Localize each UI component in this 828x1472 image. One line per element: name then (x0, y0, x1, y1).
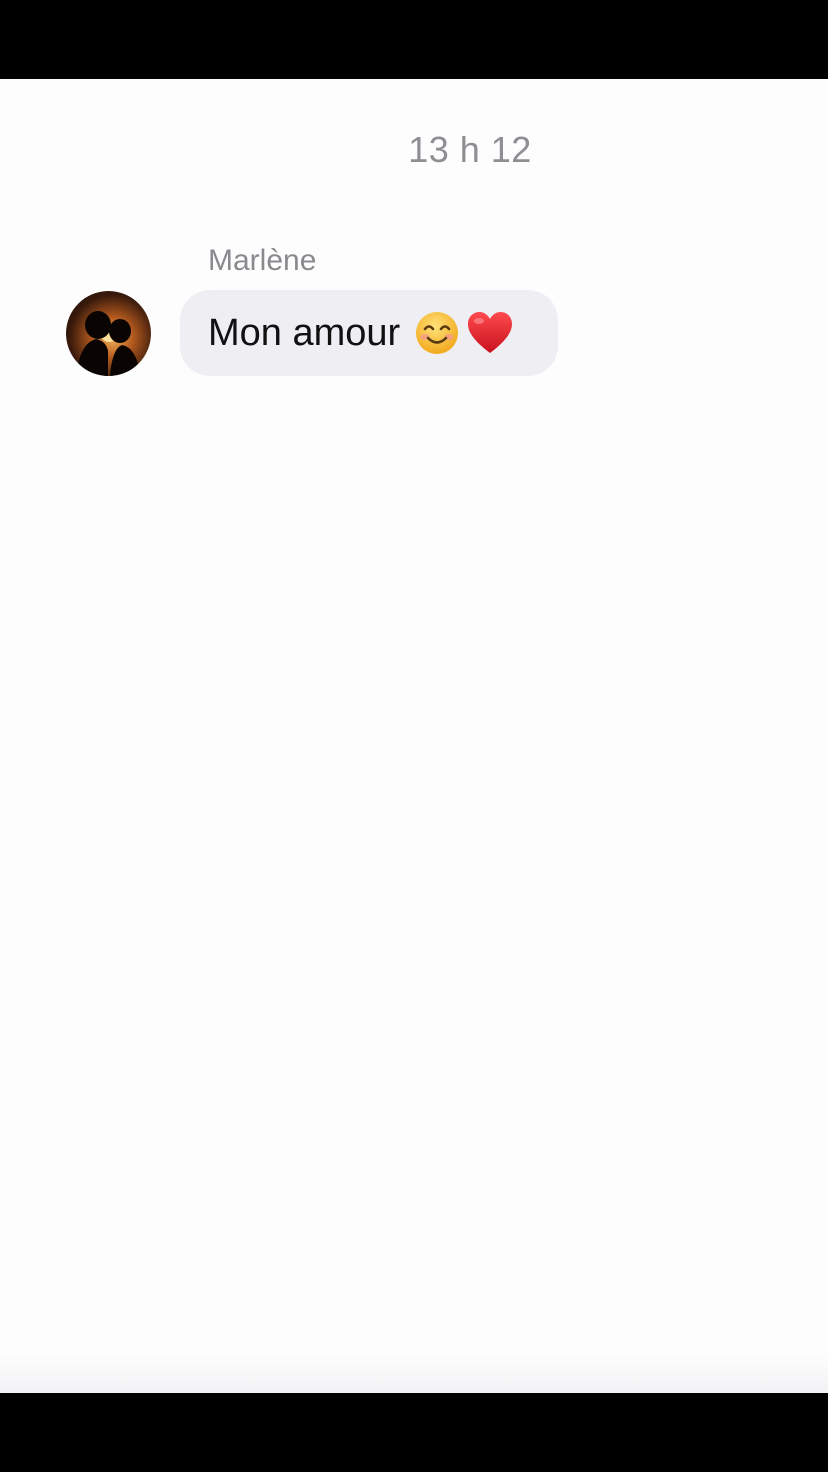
chat-screen[interactable]: 13 h 12 Marlène Mon amour (0, 79, 828, 1393)
message-timestamp: 13 h 12 (408, 129, 532, 170)
contact-avatar[interactable] (66, 291, 151, 376)
message-emojis (414, 310, 514, 356)
bottom-letterbox-bar (0, 1393, 828, 1472)
smiling-face-emoji (416, 312, 459, 354)
sender-name: Marlène (208, 244, 317, 277)
avatar-silhouette-image (76, 311, 141, 376)
bottom-fade (0, 1353, 828, 1393)
top-letterbox-bar (0, 0, 828, 79)
message-text: Mon amour (208, 311, 401, 354)
red-heart-emoji (468, 312, 513, 353)
message-bubble[interactable]: Mon amour (180, 290, 558, 376)
